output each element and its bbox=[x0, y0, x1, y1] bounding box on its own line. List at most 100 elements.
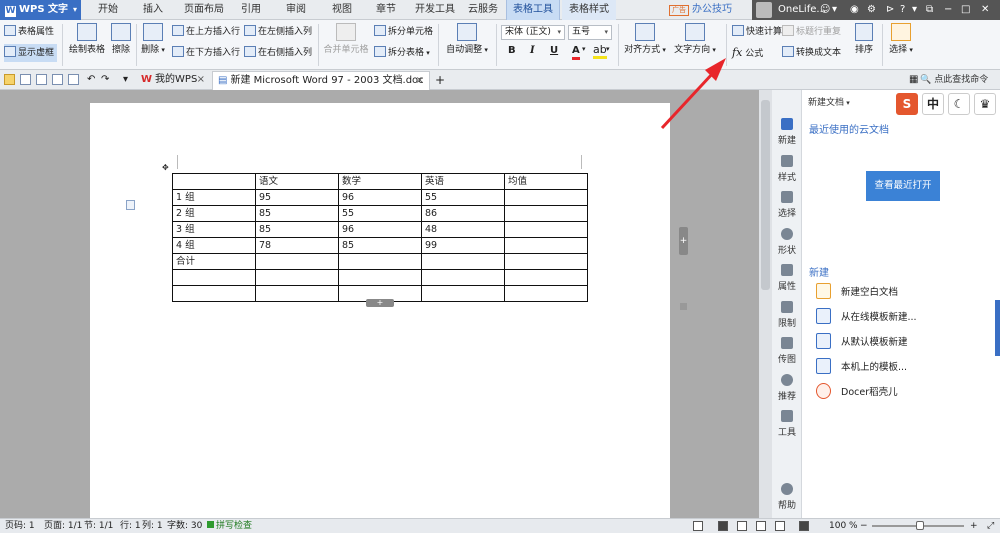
table-cell[interactable]: 55 bbox=[338, 205, 422, 222]
table-cell[interactable] bbox=[172, 269, 256, 286]
zoom-slider[interactable] bbox=[872, 521, 964, 530]
table-cell[interactable] bbox=[504, 221, 588, 238]
chevron-down-icon[interactable]: ▾ bbox=[118, 71, 128, 90]
settings-icon[interactable]: ⚙ bbox=[867, 0, 876, 20]
tab-document[interactable]: ▤新建 Microsoft Word 97 - 2003 文档.doc *× bbox=[212, 71, 430, 104]
undo-icon[interactable]: ↶ bbox=[82, 71, 95, 90]
table-cell[interactable] bbox=[338, 269, 422, 286]
table-cell[interactable] bbox=[421, 253, 505, 270]
table-header-cell[interactable]: 均值 bbox=[504, 173, 588, 190]
table-header-cell[interactable]: 数学 bbox=[338, 173, 422, 190]
table-cell[interactable] bbox=[504, 237, 588, 254]
table-cell[interactable]: 1 组 bbox=[172, 189, 256, 206]
split-table-button[interactable]: 拆分表格 ▾ bbox=[374, 44, 430, 62]
table-header-cell[interactable] bbox=[172, 173, 256, 190]
bold-button[interactable]: B bbox=[508, 45, 516, 56]
eye-protect-icon[interactable] bbox=[799, 521, 809, 531]
table-cell[interactable] bbox=[421, 285, 505, 302]
table-cell[interactable] bbox=[504, 269, 588, 286]
data-table[interactable]: 语文 数学 英语 均值 1 组 95 96 55 2 组 85 55 86 3 组 85 96 48 4 组 78… bbox=[172, 173, 588, 302]
underline-button[interactable]: U bbox=[550, 45, 558, 56]
help-icon[interactable]: ? bbox=[900, 0, 905, 20]
tab-insert[interactable]: 插入 bbox=[132, 0, 174, 20]
table-cell[interactable]: 85 bbox=[255, 205, 339, 222]
tab-table-styles[interactable]: 表格样式 bbox=[562, 0, 616, 20]
side-tab-new[interactable]: 新建 bbox=[772, 118, 802, 146]
erase-button[interactable]: 擦除 bbox=[110, 23, 132, 57]
moon-icon[interactable]: ☾ bbox=[948, 93, 970, 115]
font-color-button[interactable]: A bbox=[572, 45, 580, 60]
tab-my-wps[interactable]: W 我的WPS × bbox=[136, 71, 210, 90]
close-icon[interactable]: ✕ bbox=[981, 0, 989, 20]
table-cell[interactable] bbox=[504, 189, 588, 206]
scroll-thumb[interactable] bbox=[761, 100, 770, 290]
close-icon[interactable]: × bbox=[197, 71, 205, 89]
text-direction-button[interactable]: 文字方向 ▾ bbox=[674, 23, 716, 57]
new-from-online-template-item[interactable]: 从在线模板新建... bbox=[816, 308, 917, 328]
avatar[interactable] bbox=[756, 2, 772, 18]
chevron-down-icon[interactable]: ▾ bbox=[582, 45, 586, 53]
table-move-handle-icon[interactable]: ✥ bbox=[162, 163, 169, 172]
pane-title-dropdown[interactable]: 新建文档 ▾ bbox=[808, 95, 850, 108]
sogou-icon[interactable]: S bbox=[896, 93, 918, 115]
status-word-count[interactable]: 字数: 30 bbox=[167, 519, 202, 533]
side-tab-restrict[interactable]: 限制 bbox=[772, 301, 802, 329]
insert-col-right-button[interactable]: 在右侧插入列 bbox=[244, 44, 312, 62]
web-view-icon[interactable] bbox=[756, 521, 766, 531]
fullscreen-view-icon[interactable] bbox=[693, 521, 703, 531]
table-cell[interactable]: 99 bbox=[421, 237, 505, 254]
side-tab-tools[interactable]: 工具 bbox=[772, 410, 802, 438]
table-cell[interactable] bbox=[255, 269, 339, 286]
table-cell[interactable] bbox=[338, 253, 422, 270]
zoom-slider-knob[interactable] bbox=[916, 521, 924, 530]
print-icon[interactable] bbox=[52, 74, 63, 85]
table-cell[interactable]: 55 bbox=[421, 189, 505, 206]
maximize-icon[interactable]: □ bbox=[961, 0, 970, 20]
table-header-cell[interactable]: 英语 bbox=[421, 173, 505, 190]
table-cell[interactable]: 4 组 bbox=[172, 237, 256, 254]
table-cell[interactable] bbox=[504, 253, 588, 270]
select-button[interactable]: 选择 ▾ bbox=[888, 23, 914, 57]
italic-button[interactable]: I bbox=[530, 45, 535, 56]
table-cell[interactable] bbox=[255, 253, 339, 270]
zoom-out-button[interactable]: − bbox=[860, 519, 868, 533]
repeat-header-button[interactable]: 标题行重复 bbox=[782, 23, 841, 41]
redo-icon[interactable]: ↷ bbox=[96, 71, 109, 90]
table-cell[interactable]: 96 bbox=[338, 221, 422, 238]
table-cell[interactable]: 48 bbox=[421, 221, 505, 238]
open-folder-icon[interactable] bbox=[4, 74, 15, 85]
local-templates-item[interactable]: 本机上的模板... bbox=[816, 358, 907, 378]
align-button[interactable]: 对齐方式 ▾ bbox=[624, 23, 666, 57]
side-tab-recommend[interactable]: 推荐 bbox=[772, 374, 802, 402]
save-icon[interactable] bbox=[36, 74, 47, 85]
side-tab-shapes[interactable]: 形状 bbox=[772, 228, 802, 256]
side-tab-select[interactable]: 选择 bbox=[772, 191, 802, 219]
show-gridlines-button[interactable]: 显示虚框 bbox=[4, 44, 58, 62]
minimize-icon[interactable]: − bbox=[944, 0, 952, 20]
paragraph-icon[interactable] bbox=[126, 200, 135, 210]
fit-width-icon[interactable]: ⤢ bbox=[987, 519, 994, 533]
outline-view-icon[interactable] bbox=[737, 521, 747, 531]
highlight-icon[interactable]: ab bbox=[593, 44, 607, 59]
convert-to-text-button[interactable]: 转换成文本 bbox=[782, 44, 841, 62]
new-tab-button[interactable]: + bbox=[430, 71, 445, 90]
table-properties-button[interactable]: 表格属性 bbox=[4, 23, 54, 41]
table-cell[interactable] bbox=[172, 285, 256, 302]
new-blank-doc-item[interactable]: 新建空白文档 bbox=[816, 283, 898, 303]
add-column-button[interactable]: + bbox=[679, 227, 688, 255]
print-preview-icon[interactable] bbox=[68, 74, 79, 85]
table-cell[interactable]: 86 bbox=[421, 205, 505, 222]
chinese-input-icon[interactable]: 中 bbox=[922, 93, 944, 115]
table-cell[interactable] bbox=[504, 205, 588, 222]
spell-check-toggle[interactable]: 拼写检查 bbox=[207, 519, 252, 533]
add-row-button[interactable]: + bbox=[366, 299, 394, 307]
formula-button[interactable]: fx 公式 bbox=[732, 44, 763, 62]
table-cell[interactable]: 3 组 bbox=[172, 221, 256, 238]
new-doc-icon[interactable] bbox=[20, 74, 31, 85]
page-view-icon[interactable] bbox=[718, 521, 728, 531]
tab-cloud[interactable]: 云服务 bbox=[462, 0, 504, 20]
sort-button[interactable]: 排序 bbox=[852, 23, 876, 57]
table-cell[interactable]: 2 组 bbox=[172, 205, 256, 222]
new-from-default-template-item[interactable]: 从默认模板新建 bbox=[816, 333, 908, 353]
side-tab-help[interactable]: 帮助 bbox=[772, 483, 802, 511]
